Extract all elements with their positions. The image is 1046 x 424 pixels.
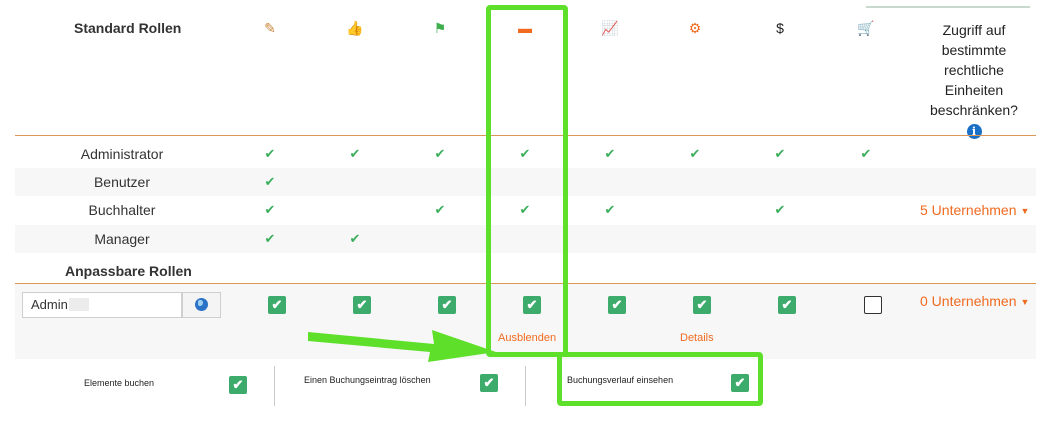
globe-icon xyxy=(195,298,208,311)
custom-roles-title: Anpassbare Rollen xyxy=(65,263,192,279)
dollar-icon: $ xyxy=(776,20,784,36)
permission-check-icon: ✔ xyxy=(264,202,276,217)
permission-checkbox[interactable]: ✔ xyxy=(353,296,371,314)
divider xyxy=(525,366,526,406)
permission-checkbox[interactable]: ✔ xyxy=(693,296,711,314)
divider xyxy=(274,366,275,406)
permission-check-icon: ✔ xyxy=(264,174,276,189)
detail-option-checkbox[interactable]: ✔ xyxy=(229,376,247,394)
arrow-annotation xyxy=(308,330,496,362)
permission-check-icon: ✔ xyxy=(264,231,276,246)
permission-check-icon: ✔ xyxy=(604,146,616,161)
permission-checkbox[interactable]: ✔ xyxy=(608,296,626,314)
detail-option-label: Elemente buchen xyxy=(84,378,155,388)
company-dropdown[interactable]: 5 Unternehmen ▼ xyxy=(920,196,1029,225)
line-chart-icon: 📈 xyxy=(601,20,619,36)
role-name: Manager xyxy=(94,231,150,247)
details-link[interactable]: Details xyxy=(680,332,714,344)
access-restriction-header: Zugriff auf bestimmte rechtliche Einheit… xyxy=(918,20,1030,140)
info-icon[interactable]: i xyxy=(966,124,982,139)
detail-option-checkbox[interactable]: ✔ xyxy=(480,374,498,392)
permission-check-icon: ✔ xyxy=(689,146,701,161)
role-name: Administrator xyxy=(80,146,164,162)
role-name-input[interactable]: Admin xyxy=(22,292,182,318)
permission-check-icon: ✔ xyxy=(774,202,786,217)
edit-icon: ✎ xyxy=(264,20,276,36)
permission-check-icon: ✔ xyxy=(774,146,786,161)
permission-check-icon: ✔ xyxy=(264,146,276,161)
access-restriction-label: Zugriff auf bestimmte rechtliche Einheit… xyxy=(930,22,1018,118)
permission-checkbox[interactable] xyxy=(864,296,882,314)
role-name-value: Admin xyxy=(31,297,68,312)
permission-checkbox[interactable]: ✔ xyxy=(778,296,796,314)
company-count: 5 Unternehmen xyxy=(920,202,1017,218)
company-count: 0 Unternehmen xyxy=(920,293,1017,309)
standard-roles-title: Standard Rollen xyxy=(74,20,182,36)
permission-check-icon: ✔ xyxy=(434,202,446,217)
gear-icon: ⚙ xyxy=(688,20,702,36)
detail-option-label: Einen Buchungseintrag löschen xyxy=(304,375,431,385)
role-name: Benutzer xyxy=(93,174,151,190)
caret-down-icon: ▼ xyxy=(1020,297,1030,307)
caret-down-icon: ▼ xyxy=(1020,206,1030,216)
language-button[interactable] xyxy=(182,292,221,318)
option-highlight-box xyxy=(557,352,763,406)
permission-check-icon: ✔ xyxy=(349,146,361,161)
permission-check-icon: ✔ xyxy=(349,231,361,246)
role-name: Buchhalter xyxy=(88,202,156,218)
custom-role-company-dropdown[interactable]: 0 Unternehmen ▼ xyxy=(920,287,1029,316)
permission-check-icon: ✔ xyxy=(860,146,872,161)
permission-check-icon: ✔ xyxy=(434,146,446,161)
cart-icon: 🛒 xyxy=(857,20,875,36)
redacted-text xyxy=(68,298,89,311)
permission-check-icon: ✔ xyxy=(604,202,616,217)
permission-checkbox[interactable]: ✔ xyxy=(268,296,286,314)
permission-checkbox[interactable]: ✔ xyxy=(438,296,456,314)
column-highlight-box xyxy=(486,5,568,357)
flag-icon: ⚑ xyxy=(433,20,447,36)
thumbs-up-icon: 👍 xyxy=(346,20,364,36)
top-tab xyxy=(866,0,1030,8)
